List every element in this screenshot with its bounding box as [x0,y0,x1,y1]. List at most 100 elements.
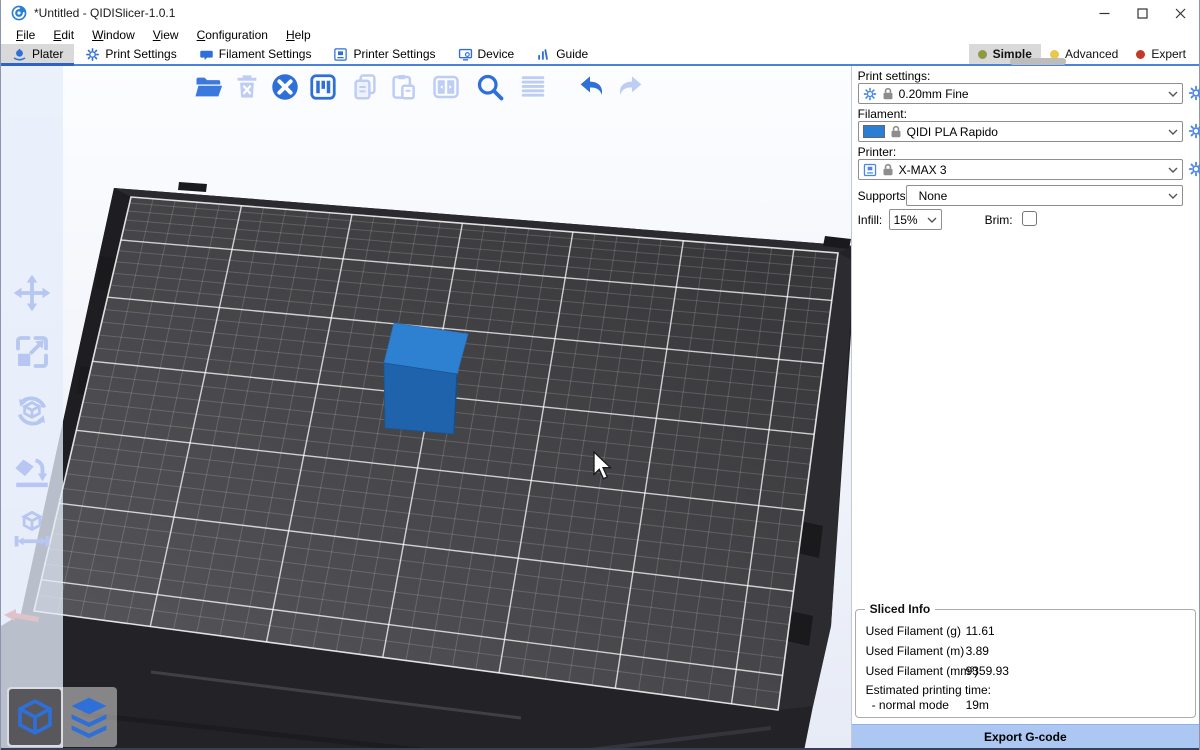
infill-select[interactable]: 15% [889,209,942,230]
lock-icon [890,125,902,138]
3d-view-cube-icon [15,697,55,737]
close-button[interactable] [1161,0,1199,26]
tab-plater[interactable]: Plater [1,44,74,64]
filament-gear-button[interactable] [1188,123,1200,139]
printer-select[interactable]: X-MAX 3 [858,159,1183,180]
mode-switcher: Simple Advanced Expert [969,44,1199,64]
redo-button[interactable] [612,69,648,105]
paste-button[interactable] [385,69,421,105]
arrange-button[interactable] [305,69,341,105]
menu-help[interactable]: Help [277,27,320,43]
maximize-button[interactable] [1123,0,1161,26]
place-on-face-button[interactable] [10,448,54,492]
menubar: File Edit Window View Configuration Help [1,26,1199,44]
view-mode-toggle [7,687,117,747]
filament-value: QIDI PLA Rapido [907,125,1163,139]
export-gcode-label: Export G-code [984,730,1067,744]
split-objects-icon [431,72,461,102]
printer-icon [333,47,348,62]
print-settings-select[interactable]: 0.20mm Fine [858,83,1183,104]
object-toolbar [191,69,648,105]
3d-viewport[interactable] [1,66,851,750]
mode-label: Expert [1151,47,1186,61]
menu-edit[interactable]: Edit [44,27,83,43]
sidebar-collapse-handle[interactable] [1010,58,1066,65]
search-button[interactable] [472,69,508,105]
expert-dot-icon [1136,50,1145,59]
menu-window[interactable]: Window [83,27,144,43]
titlebar[interactable]: *Untitled - QIDISlicer-1.0.1 [1,0,1199,26]
minimize-button[interactable] [1085,0,1123,26]
tab-device[interactable]: Device [447,44,526,64]
chevron-down-icon [1168,91,1178,97]
model-cube[interactable] [384,323,468,434]
delete-button[interactable] [229,69,265,105]
print-settings-value: 0.20mm Fine [899,87,1163,101]
scene-canvas[interactable] [1,66,851,750]
menu-file[interactable]: File [7,27,44,43]
transform-toolbar [1,66,63,750]
rotate-button[interactable] [10,389,54,433]
delete-all-button[interactable] [267,69,303,105]
device-icon [458,47,473,62]
chevron-down-icon [927,217,937,223]
move-button[interactable] [10,271,54,315]
printer-label: Printer: [858,145,897,159]
arrange-icon [308,72,338,102]
printer-value: X-MAX 3 [899,163,1163,177]
filament-label: Filament: [858,107,907,121]
delete-icon [232,72,262,102]
tab-printer-settings[interactable]: Printer Settings [322,44,446,64]
undo-icon [576,71,608,103]
chevron-down-icon [1168,193,1178,199]
search-icon [475,72,505,102]
tab-guide[interactable]: Guide [525,44,599,64]
open-button[interactable] [191,69,227,105]
copy-button[interactable] [347,69,383,105]
sliced-info-row-value: 11.61 [966,624,995,638]
move-icon [11,272,53,314]
tab-filament-settings[interactable]: Filament Settings [188,44,323,64]
layer-height-icon [518,72,548,102]
preset-gear-icon [863,87,877,101]
split-objects-button[interactable] [428,69,464,105]
variable-layer-height-button[interactable] [515,69,551,105]
export-gcode-button[interactable]: Export G-code [852,724,1199,748]
tab-label: Plater [32,47,63,61]
supports-select[interactable]: None [906,185,1183,206]
sliced-info-time-value: 19m [966,698,989,712]
supports-label: Supports: [858,189,909,203]
preview-view-button[interactable] [63,689,115,745]
menu-view[interactable]: View [144,27,188,43]
scale-button[interactable] [10,330,54,374]
filament-select[interactable]: QIDI PLA Rapido [858,121,1183,142]
mode-label: Advanced [1065,47,1118,61]
measure-button[interactable] [10,507,54,551]
tab-label: Filament Settings [219,47,312,61]
print-settings-label: Print settings: [858,69,931,83]
tab-print-settings[interactable]: Print Settings [74,44,187,64]
infill-value: 15% [894,213,922,227]
sliced-info-panel: Sliced Info Used Filament (g) 11.61 Used… [855,609,1196,718]
sliced-info-time-header: Estimated printing time: [866,683,991,697]
brim-checkbox[interactable] [1022,211,1037,226]
sliced-info-row-value: 9359.93 [966,664,1009,678]
sliced-info-row-value: 3.89 [966,644,989,658]
mode-expert[interactable]: Expert [1127,44,1195,64]
close-icon [1175,8,1186,19]
filament-color-swatch [863,125,885,138]
brim-label: Brim: [985,213,1013,227]
menu-configuration[interactable]: Configuration [188,27,277,43]
infill-label: Infill: [858,213,883,227]
open-folder-icon [194,72,224,102]
printer-gear-button[interactable] [1188,161,1200,177]
copy-icon [350,72,380,102]
tab-label: Guide [556,47,588,61]
sliced-info-row-label: Used Filament (g) [866,624,961,638]
undo-button[interactable] [574,69,610,105]
settings-sidebar: Print settings: 0.20mm Fine [851,66,1199,750]
3d-editor-view-button[interactable] [9,689,61,745]
supports-value: None [911,189,1163,203]
print-settings-gear-button[interactable] [1188,85,1200,101]
filament-icon [199,47,214,62]
